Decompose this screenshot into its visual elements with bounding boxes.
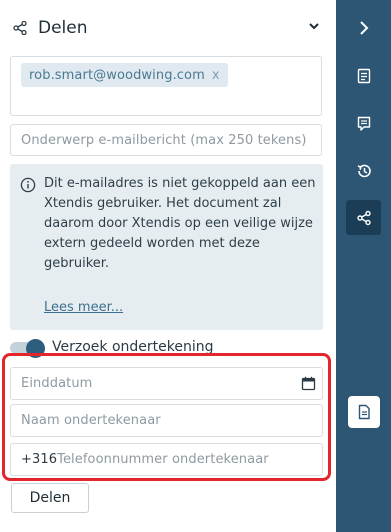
rail-history-button[interactable] bbox=[346, 153, 381, 188]
rail-comments-button[interactable] bbox=[346, 106, 381, 141]
rail-file-button[interactable] bbox=[348, 396, 380, 428]
recipient-email: rob.smart@woodwing.com bbox=[29, 67, 205, 83]
highlight-box bbox=[2, 353, 331, 481]
share-button[interactable]: Delen bbox=[11, 483, 89, 513]
panel-title: Delen bbox=[38, 18, 88, 38]
rail-collapse-button[interactable] bbox=[346, 10, 381, 45]
recipient-chip: rob.smart@woodwing.com x bbox=[21, 63, 228, 87]
rail-details-button[interactable] bbox=[346, 58, 381, 93]
read-more-link[interactable]: Lees meer... bbox=[44, 300, 123, 315]
comment-icon bbox=[357, 116, 370, 131]
document-icon bbox=[357, 68, 370, 83]
history-icon bbox=[357, 164, 371, 177]
info-box: Dit e-mailadres is niet gekoppeld aan ee… bbox=[10, 164, 323, 330]
info-icon bbox=[20, 177, 36, 193]
subject-input[interactable]: Onderwerp e-mailbericht (max 250 tekens) bbox=[10, 124, 322, 156]
file-icon bbox=[358, 404, 370, 420]
rail-share-button[interactable] bbox=[346, 200, 381, 235]
panel-header[interactable]: Delen bbox=[12, 14, 324, 42]
chevron-down-icon[interactable] bbox=[308, 20, 320, 32]
subject-placeholder: Onderwerp e-mailbericht (max 250 tekens) bbox=[21, 132, 307, 148]
chevron-right-icon bbox=[359, 20, 368, 35]
right-sidebar bbox=[336, 0, 391, 532]
share-panel: Delen rob.smart@woodwing.com x Onderwerp… bbox=[0, 0, 336, 532]
info-text: Dit e-mailadres is niet gekoppeld aan ee… bbox=[44, 176, 316, 271]
remove-recipient-button[interactable]: x bbox=[212, 68, 220, 83]
share-icon bbox=[356, 210, 371, 225]
share-icon bbox=[13, 20, 27, 36]
recipient-input[interactable]: rob.smart@woodwing.com x bbox=[10, 56, 322, 116]
